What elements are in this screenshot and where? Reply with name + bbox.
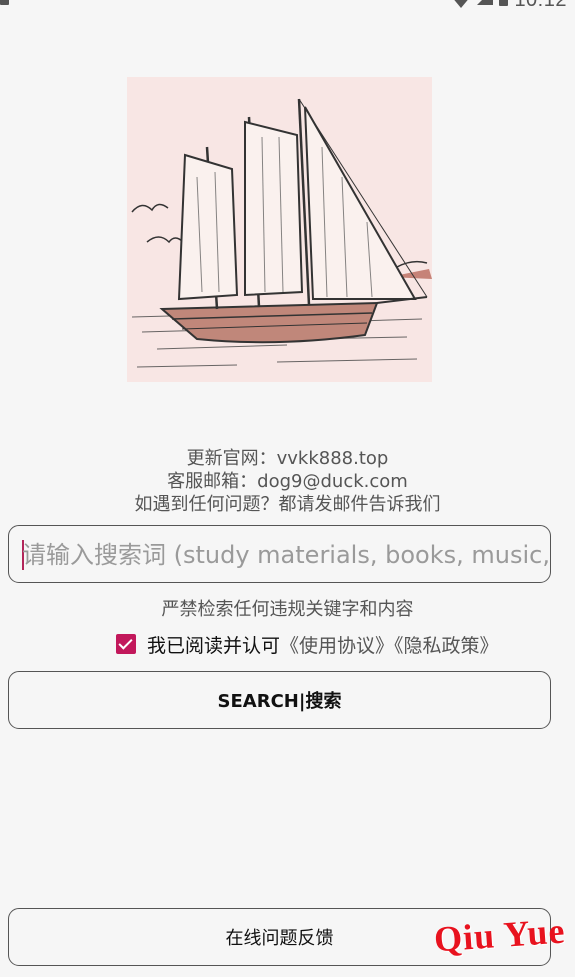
agreement-row: 我已阅读并认可 《使用协议》《隐私政策》 xyxy=(116,631,499,658)
search-input[interactable]: 请输入搜索词 (study materials, books, music, xyxy=(8,525,551,583)
wifi-icon xyxy=(451,0,472,8)
agreement-links[interactable]: 《使用协议》《隐私政策》 xyxy=(280,631,499,658)
agreement-text: 我已阅读并认可 xyxy=(147,634,281,657)
status-bar: 10:12 xyxy=(0,0,575,14)
support-email-text: 客服邮箱：dog9@duck.com xyxy=(167,471,408,492)
agreement-checkbox[interactable] xyxy=(116,634,136,654)
status-indicators: 10:12 xyxy=(451,0,567,12)
search-button[interactable]: SEARCH|搜索 xyxy=(8,671,551,729)
signal-icon xyxy=(477,0,494,5)
clock: 10:12 xyxy=(514,0,567,12)
update-website-text: 更新官网：vvkk888.top xyxy=(186,448,389,469)
sailing-ship-illustration xyxy=(127,77,432,382)
notification-icon xyxy=(0,0,9,5)
search-placeholder: 请输入搜索词 (study materials, books, music, xyxy=(22,541,550,569)
contact-hint-text: 如遇到任何问题？都请发邮件告诉我们 xyxy=(134,494,441,515)
content-warning-text: 严禁检索任何违规关键字和内容 xyxy=(161,599,414,620)
battery-icon xyxy=(499,0,509,6)
